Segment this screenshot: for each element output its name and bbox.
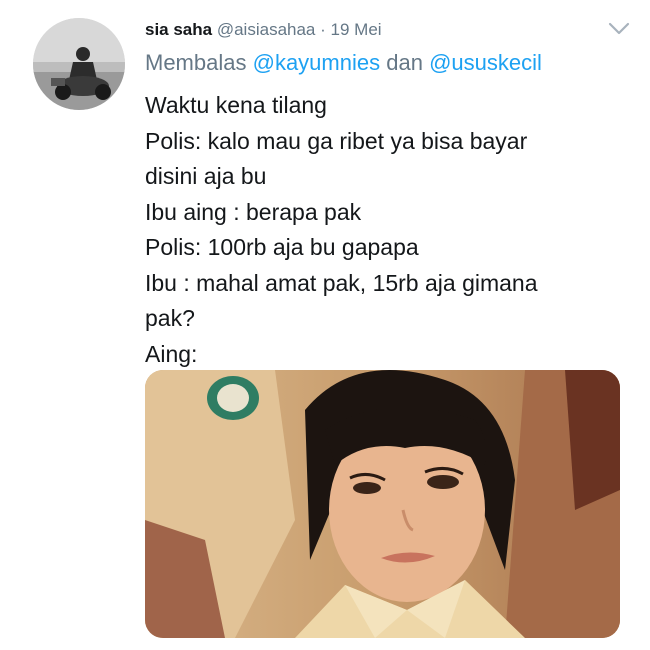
separator-dot: · (320, 20, 326, 39)
reply-connector: dan (386, 50, 423, 75)
avatar[interactable] (33, 18, 125, 110)
tweet-text-line: Waktu kena tilang (145, 92, 327, 118)
chevron-down-icon[interactable] (606, 19, 632, 39)
tweet-text-line: Ibu aing : berapa pak (145, 198, 362, 225)
tweet-date[interactable]: 19 Mei (331, 20, 382, 39)
tweet-card: sia saha @aisiasahaa · 19 Mei Membalas @… (0, 0, 650, 650)
reply-context: Membalas @kayumnies dan @ususkecil (145, 47, 542, 79)
tweet-text-line: Polis: kalo mau ga ribet ya bisa bayar (145, 127, 528, 154)
tweet-text-line: Polis: 100rb aja bu gapapa (145, 234, 419, 260)
tweet-text: Waktu kena tilang Polis: kalo mau ga rib… (145, 88, 635, 372)
tweet-text-line: disini aja bu (145, 163, 267, 189)
author-handle[interactable]: @aisiasahaa (217, 20, 316, 39)
reply-mention-kayumnies[interactable]: @kayumnies (253, 50, 381, 75)
avatar-image (33, 18, 125, 110)
reply-mention-ususkecil[interactable]: @ususkecil (429, 50, 542, 75)
reply-prefix: Membalas (145, 50, 247, 75)
tweet-text-line: Aing: (145, 340, 198, 367)
tweet-media-image[interactable] (145, 370, 620, 638)
tweet-text-line: pak? (145, 305, 195, 331)
author-name[interactable]: sia saha (145, 20, 212, 39)
tweet-text-line: Ibu : mahal amat pak, 15rb aja gimana (145, 269, 538, 296)
tweet-header: sia saha @aisiasahaa · 19 Mei (145, 15, 630, 45)
meme-photo (145, 370, 620, 638)
